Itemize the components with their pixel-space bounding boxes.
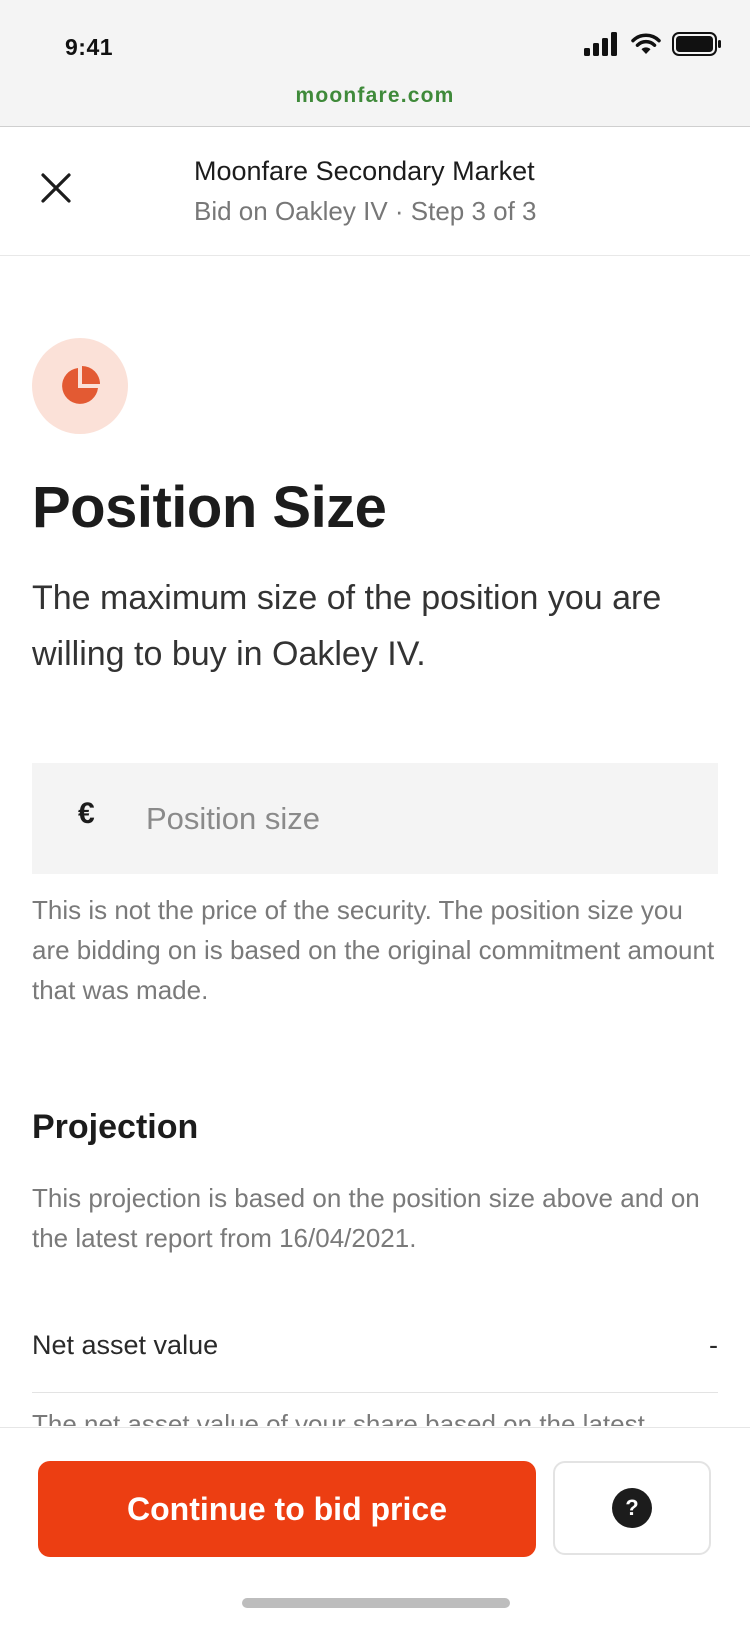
battery-icon <box>672 32 721 56</box>
projection-description: This projection is based on the position… <box>32 1183 700 1253</box>
position-size-input[interactable] <box>144 789 688 849</box>
currency-symbol: € <box>78 797 95 830</box>
row-label: Net asset value <box>32 1330 219 1360</box>
row-value: - <box>709 1330 718 1360</box>
hero-icon-badge <box>32 338 128 434</box>
nav-description-clipped: The net asset value of your share based … <box>32 1410 722 1426</box>
clipped-text: The net asset value of your share based … <box>32 1410 645 1426</box>
browser-chrome: 9:41 moonfare.com <box>0 0 750 127</box>
projection-title: Projection <box>32 1108 199 1146</box>
help-button[interactable]: ? <box>553 1461 711 1555</box>
position-size-field[interactable]: € <box>32 763 718 874</box>
home-indicator <box>242 1598 510 1608</box>
page-header <box>0 127 750 256</box>
status-icons <box>584 32 722 56</box>
close-icon <box>41 173 71 203</box>
status-time: 9:41 <box>65 34 114 60</box>
wifi-icon <box>631 33 661 54</box>
page-title: Position Size <box>32 475 387 540</box>
header-title: Moonfare Secondary Market <box>194 156 535 186</box>
signal-icon <box>584 32 617 56</box>
question-icon: ? <box>612 1488 652 1528</box>
header-subtitle: Bid on Oakley IV · Step 3 of 3 <box>194 196 537 226</box>
net-asset-value-row: Net asset value - <box>32 1318 718 1393</box>
url-bar[interactable]: moonfare.com <box>0 84 750 108</box>
pie-chart-icon <box>62 366 100 404</box>
continue-to-bid-price-button[interactable]: Continue to bid price <box>38 1461 536 1557</box>
page-description: The maximum size of the position you are… <box>32 579 662 673</box>
position-size-help: This is not the price of the security. T… <box>32 895 715 1005</box>
close-button[interactable] <box>28 160 84 216</box>
